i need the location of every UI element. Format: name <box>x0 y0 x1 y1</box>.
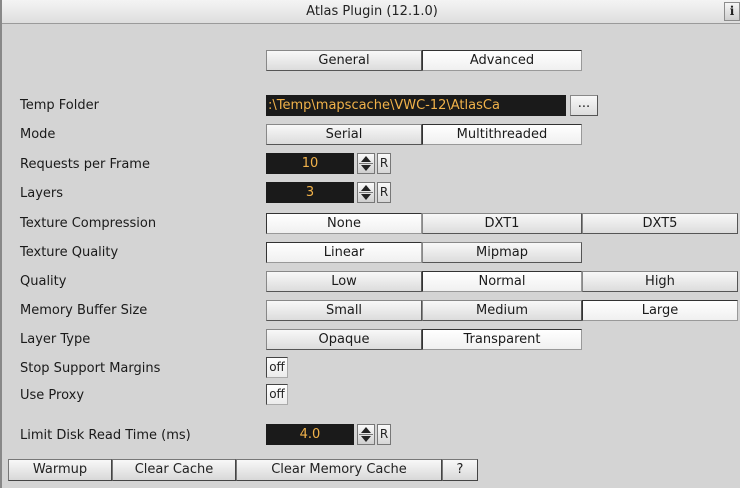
requests-per-frame-reset-button[interactable]: R <box>377 153 391 174</box>
quality-low-button[interactable]: Low <box>266 271 422 292</box>
tab-advanced[interactable]: Advanced <box>422 50 582 71</box>
limit-disk-read-time-reset-button[interactable]: R <box>377 424 391 445</box>
mode-multithreaded-button[interactable]: Multithreaded <box>422 124 582 145</box>
texture-quality-label: Texture Quality <box>20 245 119 260</box>
atlas-plugin-panel: Atlas Plugin (12.1.0) i General Advanced… <box>0 0 740 488</box>
texture-compression-dxt5-button[interactable]: DXT5 <box>582 213 738 234</box>
spin-down-icon[interactable] <box>361 165 371 171</box>
divider <box>359 163 373 164</box>
texture-compression-dxt1-button[interactable]: DXT1 <box>422 213 582 234</box>
limit-disk-read-time-input[interactable]: 4.0 <box>266 424 354 445</box>
texture-compression-none-button[interactable]: None <box>266 213 422 234</box>
requests-per-frame-spinner[interactable] <box>357 153 375 174</box>
memory-buffer-medium-button[interactable]: Medium <box>422 300 582 321</box>
spin-up-icon[interactable] <box>361 185 371 191</box>
quality-normal-button[interactable]: Normal <box>422 271 582 292</box>
layer-type-opaque-button[interactable]: Opaque <box>266 329 422 350</box>
panel-title: Atlas Plugin (12.1.0) <box>306 4 438 19</box>
texture-quality-linear-button[interactable]: Linear <box>266 242 422 263</box>
info-button[interactable]: i <box>724 2 740 21</box>
divider <box>359 192 373 193</box>
quality-label: Quality <box>20 274 67 289</box>
requests-per-frame-label: Requests per Frame <box>20 157 150 172</box>
stop-support-margins-label: Stop Support Margins <box>20 361 161 376</box>
temp-folder-input[interactable]: :\Temp\mapscache\VWC-12\AtlasCa <box>266 95 566 116</box>
bottom-button-bar: Warmup Clear Cache Clear Memory Cache ? <box>8 459 478 481</box>
title-bar: Atlas Plugin (12.1.0) i <box>2 0 740 24</box>
clear-memory-cache-button[interactable]: Clear Memory Cache <box>236 459 442 481</box>
limit-disk-read-time-label: Limit Disk Read Time (ms) <box>20 428 191 443</box>
tab-general[interactable]: General <box>266 50 422 71</box>
use-proxy-label: Use Proxy <box>20 388 85 403</box>
spin-up-icon[interactable] <box>361 156 371 162</box>
mode-label: Mode <box>20 127 56 142</box>
layers-reset-button[interactable]: R <box>377 182 391 203</box>
layers-input[interactable]: 3 <box>266 182 354 203</box>
help-button[interactable]: ? <box>442 459 478 481</box>
layer-type-transparent-button[interactable]: Transparent <box>422 329 582 350</box>
layer-type-label: Layer Type <box>20 332 91 347</box>
mode-serial-button[interactable]: Serial <box>266 124 422 145</box>
texture-quality-mipmap-button[interactable]: Mipmap <box>422 242 582 263</box>
memory-buffer-small-button[interactable]: Small <box>266 300 422 321</box>
layers-label: Layers <box>20 186 64 201</box>
spin-down-icon[interactable] <box>361 194 371 200</box>
memory-buffer-size-label: Memory Buffer Size <box>20 303 148 318</box>
memory-buffer-large-button[interactable]: Large <box>582 300 738 321</box>
spin-up-icon[interactable] <box>361 427 371 433</box>
quality-high-button[interactable]: High <box>582 271 738 292</box>
spin-down-icon[interactable] <box>361 436 371 442</box>
requests-per-frame-input[interactable]: 10 <box>266 153 354 174</box>
limit-disk-read-time-spinner[interactable] <box>357 424 375 445</box>
layers-spinner[interactable] <box>357 182 375 203</box>
temp-folder-label: Temp Folder <box>20 98 99 113</box>
warmup-button[interactable]: Warmup <box>8 459 112 481</box>
divider <box>359 434 373 435</box>
browse-button[interactable]: ... <box>570 95 598 116</box>
clear-cache-button[interactable]: Clear Cache <box>112 459 236 481</box>
texture-compression-label: Texture Compression <box>20 216 157 231</box>
use-proxy-toggle[interactable]: off <box>266 384 288 405</box>
stop-support-margins-toggle[interactable]: off <box>266 357 288 378</box>
